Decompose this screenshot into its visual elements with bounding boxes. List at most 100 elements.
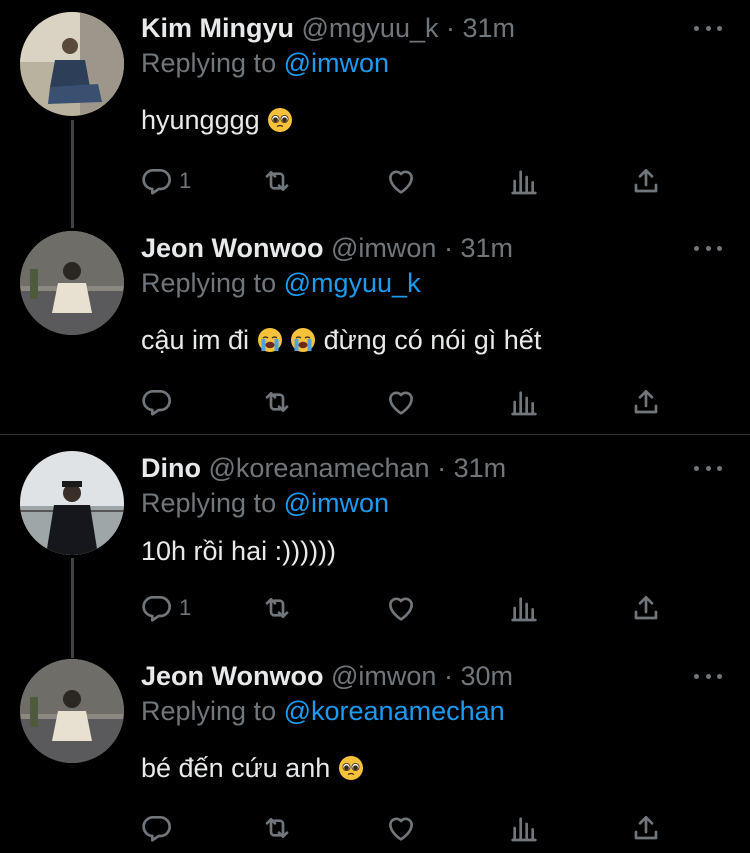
mention-link[interactable]: @imwon <box>284 488 389 518</box>
replying-label: Replying to <box>141 48 277 78</box>
more-icon[interactable] <box>694 238 722 258</box>
reply-icon <box>141 592 173 624</box>
timestamp[interactable]: 30m <box>460 661 513 691</box>
replying-label: Replying to <box>141 696 277 726</box>
more-icon[interactable] <box>694 458 722 478</box>
replying-label: Replying to <box>141 268 277 298</box>
tweet-actions <box>141 810 681 846</box>
display-name[interactable]: Kim Mingyu <box>141 13 294 43</box>
reply-icon <box>141 812 173 844</box>
tweet[interactable]: Dino @koreanamechan · 31m Replying to @i… <box>0 435 750 645</box>
username[interactable]: @mgyuu_k <box>302 13 439 43</box>
tweet-text-content: đừng có nói gì hết <box>323 325 542 355</box>
share-button[interactable] <box>630 384 662 420</box>
reply-button[interactable]: 1 <box>141 163 191 199</box>
like-button[interactable] <box>385 810 417 846</box>
avatar[interactable] <box>20 659 124 763</box>
share-button[interactable] <box>630 163 662 199</box>
tweet-header: Kim Mingyu @mgyuu_k · 31m <box>141 11 515 45</box>
tweet-text-content: bé đến cứu anh <box>141 753 331 783</box>
share-icon <box>630 165 662 197</box>
display-name[interactable]: Jeon Wonwoo <box>141 661 324 691</box>
reply-count: 1 <box>179 595 192 620</box>
tweet-text: cậu im đi đừng có nói gì hết <box>141 323 541 357</box>
share-icon <box>630 812 662 844</box>
tweet-actions: 1 <box>141 163 681 199</box>
like-button[interactable] <box>385 590 417 626</box>
retweet-icon <box>261 592 293 624</box>
mention-link[interactable]: @koreanamechan <box>284 696 505 726</box>
analytics-icon <box>508 592 540 624</box>
like-icon <box>385 592 417 624</box>
separator-dot: · <box>437 453 447 483</box>
tweet-text-content: cậu im đi <box>141 325 250 355</box>
tweet-header: Jeon Wonwoo @imwon · 31m <box>141 231 513 265</box>
username[interactable]: @imwon <box>331 661 436 691</box>
avatar[interactable] <box>20 231 124 335</box>
reply-button[interactable]: 1 <box>141 590 191 626</box>
share-icon <box>630 386 662 418</box>
replying-to: Replying to @koreanamechan <box>141 694 505 728</box>
mention-link[interactable]: @imwon <box>284 48 389 78</box>
tweet[interactable]: Jeon Wonwoo @imwon · 30m Replying to @ko… <box>0 645 750 853</box>
loudly-crying-face-emoji <box>257 327 283 353</box>
tweet[interactable]: Jeon Wonwoo @imwon · 31m Replying to @mg… <box>0 215 750 433</box>
retweet-button[interactable] <box>261 384 293 420</box>
retweet-button[interactable] <box>261 163 293 199</box>
like-button[interactable] <box>385 384 417 420</box>
separator-dot: · <box>443 233 453 263</box>
analytics-button[interactable] <box>508 810 540 846</box>
pleading-face-emoji <box>338 755 364 781</box>
replying-to: Replying to @mgyuu_k <box>141 266 421 300</box>
more-icon[interactable] <box>694 18 722 38</box>
retweet-button[interactable] <box>261 590 293 626</box>
retweet-button[interactable] <box>261 810 293 846</box>
avatar[interactable] <box>20 12 124 116</box>
replying-to: Replying to @imwon <box>141 46 389 80</box>
timestamp[interactable]: 31m <box>454 453 507 483</box>
analytics-button[interactable] <box>508 384 540 420</box>
tweet-actions <box>141 384 681 420</box>
analytics-button[interactable] <box>508 163 540 199</box>
like-button[interactable] <box>385 163 417 199</box>
analytics-icon <box>508 386 540 418</box>
reply-button[interactable] <box>141 384 173 420</box>
share-button[interactable] <box>630 590 662 626</box>
pleading-face-emoji <box>267 107 293 133</box>
share-button[interactable] <box>630 810 662 846</box>
tweet-text: hyungggg <box>141 103 293 137</box>
like-icon <box>385 812 417 844</box>
retweet-icon <box>261 165 293 197</box>
separator-dot: · <box>446 13 455 43</box>
retweet-icon <box>261 812 293 844</box>
analytics-icon <box>508 165 540 197</box>
analytics-icon <box>508 812 540 844</box>
replying-to: Replying to @imwon <box>141 486 389 520</box>
display-name[interactable]: Dino <box>141 453 201 483</box>
tweet-text: 10h rồi hai :)))))) <box>141 534 336 568</box>
tweet-header: Jeon Wonwoo @imwon · 30m <box>141 659 513 693</box>
tweet-header: Dino @koreanamechan · 31m <box>141 451 506 485</box>
username[interactable]: @koreanamechan <box>209 453 430 483</box>
tweet-actions: 1 <box>141 590 681 626</box>
tweet-text: bé đến cứu anh <box>141 751 364 785</box>
timestamp[interactable]: 31m <box>460 233 513 263</box>
reply-icon <box>141 386 173 418</box>
username[interactable]: @imwon <box>331 233 436 263</box>
avatar[interactable] <box>20 451 124 555</box>
timestamp[interactable]: 31m <box>463 13 516 43</box>
tweet[interactable]: Kim Mingyu @mgyuu_k · 31m Replying to @i… <box>0 0 750 215</box>
tweet-text-content: hyungggg <box>141 105 260 135</box>
loudly-crying-face-emoji <box>290 327 316 353</box>
mention-link[interactable]: @mgyuu_k <box>284 268 421 298</box>
like-icon <box>385 165 417 197</box>
replying-label: Replying to <box>141 488 277 518</box>
share-icon <box>630 592 662 624</box>
retweet-icon <box>261 386 293 418</box>
tweet-text-content: 10h rồi hai :)))))) <box>141 536 337 566</box>
analytics-button[interactable] <box>508 590 540 626</box>
display-name[interactable]: Jeon Wonwoo <box>141 233 324 263</box>
reply-count: 1 <box>179 168 192 193</box>
reply-button[interactable] <box>141 810 173 846</box>
more-icon[interactable] <box>694 666 722 686</box>
